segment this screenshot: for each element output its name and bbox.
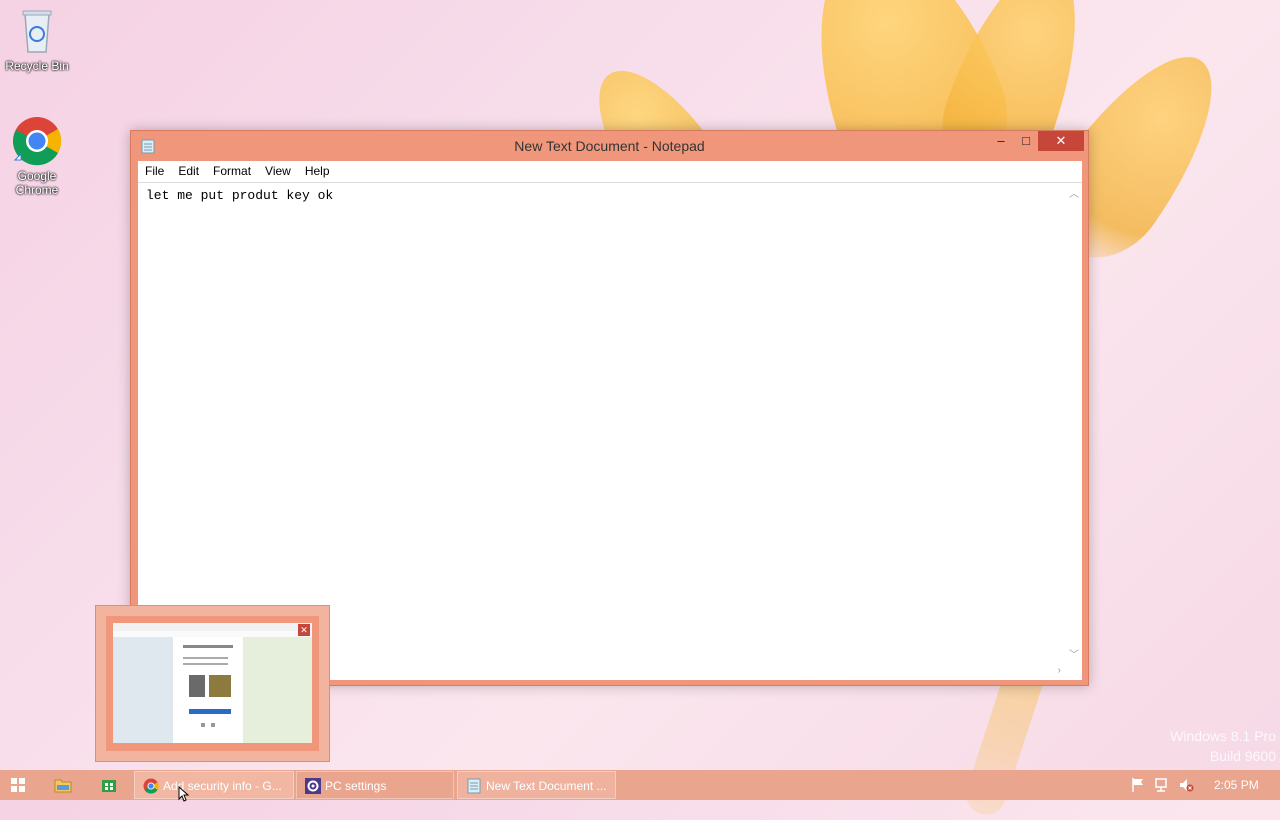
menu-format[interactable]: Format [206, 161, 258, 179]
vertical-scrollbar[interactable]: ︿ ﹀ [1065, 183, 1082, 663]
windows-watermark: Windows 8.1 Pro Build 9600 [1140, 726, 1276, 766]
system-tray [1126, 770, 1206, 800]
store-icon [102, 780, 116, 792]
scroll-right-icon[interactable]: › [1058, 665, 1061, 676]
menu-view[interactable]: View [258, 161, 298, 179]
desktop-icon-label: Google Chrome [15, 169, 59, 197]
window-title: New Text Document - Notepad [514, 138, 705, 154]
desktop-icon-google-chrome[interactable]: Google Chrome [1, 116, 73, 197]
taskbar-item-notepad[interactable]: New Text Document ... [457, 771, 616, 799]
taskbar-item-label: PC settings [325, 779, 387, 793]
file-explorer-button[interactable] [46, 770, 80, 800]
menu-edit[interactable]: Edit [171, 161, 206, 179]
window-titlebar[interactable]: New Text Document - Notepad – □ ✕ [131, 131, 1088, 161]
chrome-icon [143, 778, 159, 794]
maximize-button[interactable]: □ [1013, 131, 1039, 151]
taskbar-item-label: New Text Document ... [486, 779, 607, 793]
desktop-icon-label: Recycle Bin [5, 59, 69, 73]
thumbnail-page-image [113, 623, 312, 743]
thumbnail-window[interactable]: ✕ [106, 616, 319, 751]
desktop-icon-recycle-bin[interactable]: Recycle Bin [1, 6, 73, 73]
gear-icon [305, 778, 321, 794]
notepad-icon [467, 778, 481, 794]
minimize-button[interactable]: – [988, 131, 1014, 151]
chrome-icon [13, 117, 62, 166]
menu-bar: File Edit Format View Help [138, 161, 1082, 182]
store-button[interactable] [92, 770, 126, 800]
close-button[interactable]: ✕ [1038, 131, 1084, 151]
menu-help[interactable]: Help [298, 161, 337, 179]
taskbar-item-pc-settings[interactable]: PC settings [296, 771, 454, 799]
folder-icon [54, 779, 72, 793]
notepad-window[interactable]: New Text Document - Notepad – □ ✕ File Ed… [130, 130, 1089, 686]
clock[interactable]: 2:05 PM [1214, 778, 1259, 792]
menu-file[interactable]: File [138, 161, 171, 179]
volume-muted-icon[interactable] [1178, 777, 1194, 793]
thumbnail-close-button[interactable]: ✕ [298, 624, 310, 636]
scroll-up-icon[interactable]: ︿ [1069, 185, 1079, 200]
action-center-flag-icon[interactable] [1130, 777, 1146, 793]
windows-logo-icon [11, 778, 25, 792]
start-button[interactable] [0, 770, 36, 800]
taskbar-thumbnail-preview[interactable]: ✕ [95, 605, 330, 762]
network-icon[interactable] [1154, 777, 1170, 793]
recycle-bin-icon [22, 10, 52, 53]
watermark-edition: Windows 8.1 Pro [1170, 728, 1276, 744]
taskbar-item-chrome[interactable]: Add security info - G... [134, 771, 294, 799]
document-text[interactable]: let me put produt key ok [146, 188, 333, 203]
scroll-down-icon[interactable]: ﹀ [1069, 646, 1079, 661]
taskbar: Add security info - G... PC settings New… [0, 770, 1280, 800]
watermark-build: Build 9600 [1209, 748, 1276, 764]
